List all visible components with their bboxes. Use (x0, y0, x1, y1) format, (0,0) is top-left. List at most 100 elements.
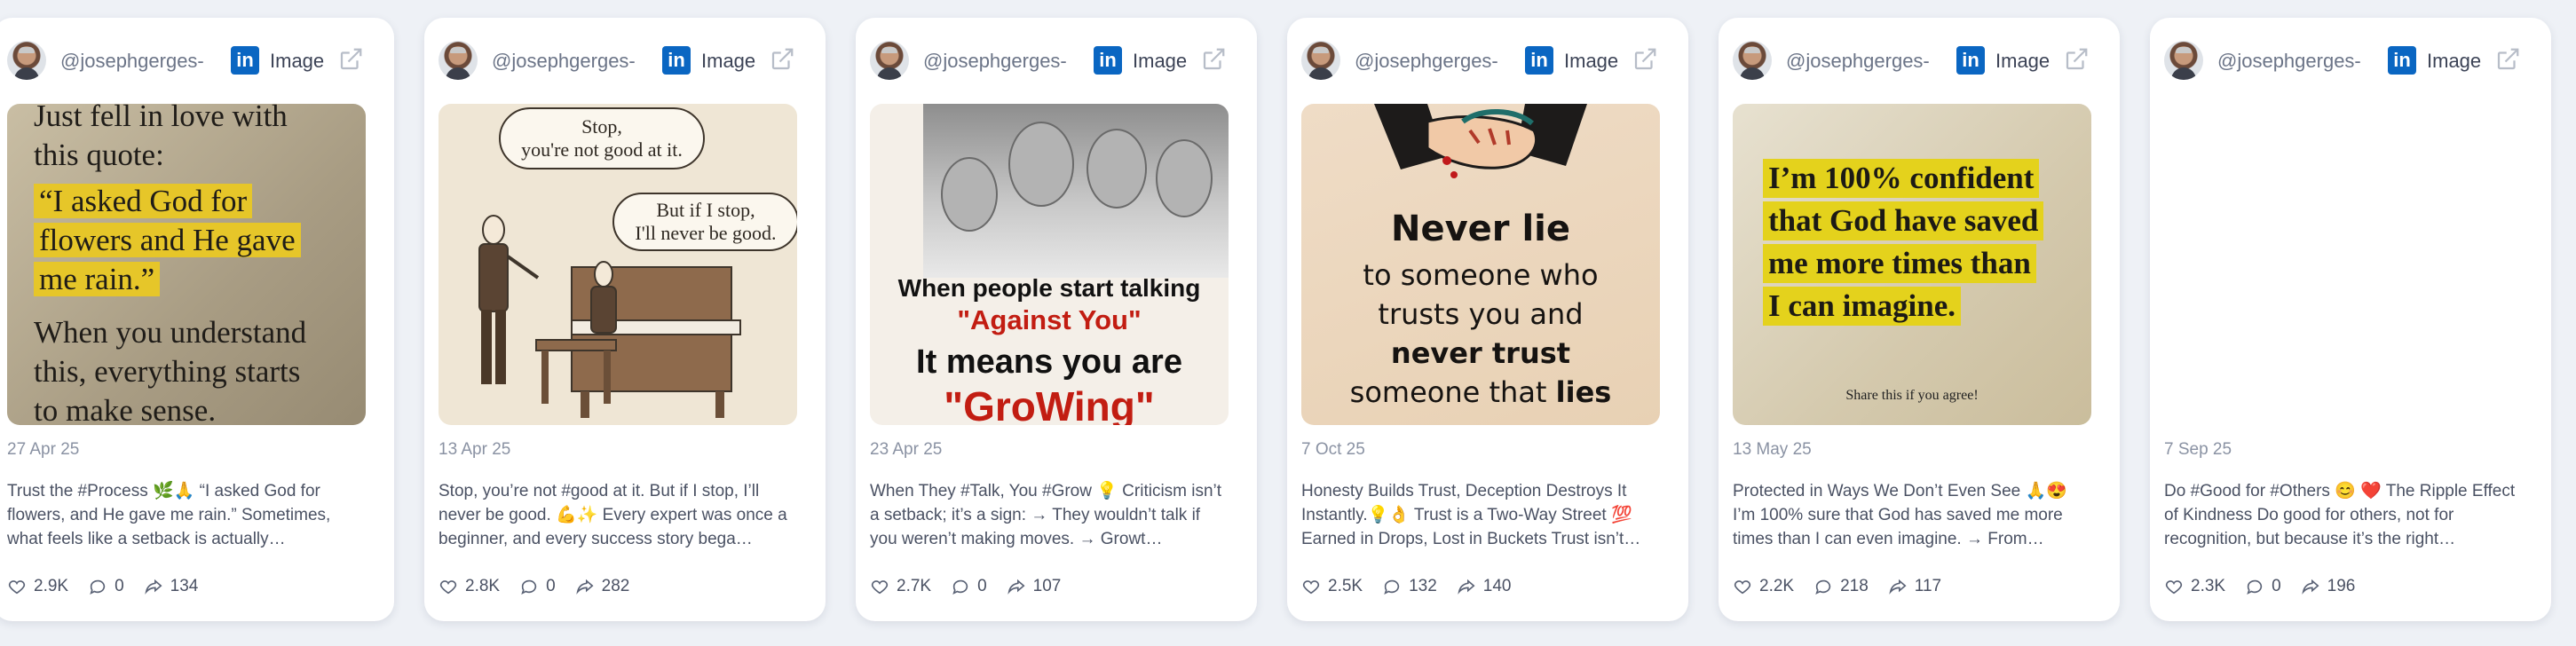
post-card[interactable]: @josephgerges- in Image Just fell in lov… (0, 18, 394, 621)
avatar[interactable] (1733, 41, 1772, 80)
share-icon (1889, 579, 1907, 595)
likes-count: 2.3K (2191, 577, 2226, 595)
likes-stat: 2.5K (1301, 577, 1363, 596)
engagement-stats: 2.2K 218 117 (1733, 573, 1941, 600)
comments-stat: 0 (2245, 577, 2281, 596)
post-card[interactable]: @josephgerges- in Image 7 Sep 25 Do #Goo… (2150, 18, 2551, 621)
image-text: this, everything starts (34, 354, 301, 389)
external-link-icon[interactable] (769, 46, 795, 73)
image-text: "Against You" (957, 304, 1142, 335)
image-highlight-text: I’m 100% confident (1763, 159, 2040, 198)
likes-count: 2.8K (465, 577, 501, 595)
likes-count: 2.9K (34, 577, 69, 595)
share-icon (144, 579, 162, 595)
image-highlight-text: flowers and He gave (34, 223, 301, 257)
post-image[interactable]: Just fell in love with this quote: “I as… (7, 104, 366, 425)
comments-count: 0 (2272, 577, 2281, 595)
post-card[interactable]: @josephgerges- in Image I’m 100% confide… (1719, 18, 2120, 621)
external-link-icon[interactable] (1632, 46, 1658, 73)
shares-stat: 117 (1888, 577, 1941, 596)
post-caption[interactable]: When They #Talk, You #Grow 💡 Criticism i… (870, 479, 1229, 566)
avatar[interactable] (870, 41, 909, 80)
shares-stat: 134 (144, 577, 199, 596)
likes-count: 2.5K (1328, 577, 1363, 595)
post-date: 7 Sep 25 (2164, 440, 2232, 459)
engagement-stats: 2.8K 0 282 (439, 573, 629, 600)
image-text: lies (1555, 375, 1612, 409)
author-handle[interactable]: @josephgerges- (60, 50, 204, 73)
card-header: @josephgerges- in Image (1733, 37, 2106, 83)
engagement-stats: 2.3K 0 196 (2164, 573, 2355, 600)
post-image[interactable]: I’m 100% confident that God have saved m… (1733, 104, 2091, 425)
author-handle[interactable]: @josephgerges- (1786, 50, 1930, 73)
post-date: 13 May 25 (1733, 440, 1812, 459)
post-image-placeholder[interactable] (2164, 104, 2523, 425)
handshake-illustration (1374, 104, 1587, 178)
avatar[interactable] (439, 41, 478, 80)
image-text: to someone who (1363, 258, 1599, 292)
external-link-icon[interactable] (337, 46, 364, 73)
image-highlight-text: that God have saved (1763, 201, 2044, 240)
post-card[interactable]: @josephgerges- in Image Stop, you're not … (424, 18, 826, 621)
post-image[interactable]: Never lie to someone who trusts you and … (1301, 104, 1660, 425)
shares-stat: 282 (575, 577, 629, 596)
external-link-icon[interactable] (2494, 46, 2521, 73)
image-text: Just fell in love with (34, 104, 288, 133)
post-date: 23 Apr 25 (870, 440, 943, 459)
post-image[interactable]: Stop, you're not good at it. But if I sto… (439, 104, 797, 425)
image-text: never trust (1390, 336, 1571, 370)
share-icon (575, 579, 594, 595)
post-caption[interactable]: Protected in Ways We Don’t Even See 🙏😍 I… (1733, 479, 2091, 566)
shares-stat: 140 (1457, 577, 1512, 596)
linkedin-icon: in (1525, 46, 1553, 75)
external-link-icon[interactable] (2063, 46, 2090, 73)
post-type-label: Image (270, 50, 325, 72)
avatar[interactable] (2164, 41, 2203, 80)
comment-icon (952, 579, 968, 595)
comment-icon (1384, 579, 1400, 595)
post-caption[interactable]: Honesty Builds Trust, Deception Destroys… (1301, 479, 1660, 566)
comment-icon (521, 579, 537, 595)
post-caption[interactable]: Trust the #Process 🌿🙏 “I asked God for f… (7, 479, 366, 566)
card-header: @josephgerges- in Image (7, 37, 380, 83)
author-handle[interactable]: @josephgerges- (1355, 50, 1498, 73)
post-caption[interactable]: Do #Good for #Others 😊 ❤️ The Ripple Eff… (2164, 479, 2523, 566)
author-handle[interactable]: @josephgerges- (923, 50, 1067, 73)
post-type-label: Image (1133, 50, 1188, 72)
post-cards-row: @josephgerges- in Image Just fell in lov… (0, 0, 2576, 646)
heart-icon (8, 580, 26, 595)
shares-count: 134 (170, 577, 199, 595)
image-text: to make sense. (34, 393, 217, 425)
image-text: Never lie (1390, 209, 1570, 249)
comments-count: 0 (115, 577, 124, 595)
post-image[interactable]: When people start talking "Against You" … (870, 104, 1229, 425)
post-card[interactable]: @josephgerges- in Image When people star… (856, 18, 1257, 621)
shares-stat: 196 (2301, 577, 2355, 596)
external-link-icon[interactable] (1200, 46, 1227, 73)
likes-stat: 2.7K (870, 577, 931, 596)
likes-stat: 2.9K (7, 577, 68, 596)
post-card[interactable]: @josephgerges- in Image Never lie to som… (1287, 18, 1688, 621)
linkedin-icon: in (2388, 46, 2416, 75)
avatar[interactable] (1301, 41, 1340, 80)
comments-stat: 0 (88, 577, 124, 596)
image-text: Share this if you agree! (1845, 388, 1979, 403)
likes-stat: 2.3K (2164, 577, 2225, 596)
post-date: 7 Oct 25 (1301, 440, 1365, 459)
post-date: 27 Apr 25 (7, 440, 80, 459)
comments-count: 218 (1840, 577, 1869, 595)
image-text: someone that (1349, 375, 1556, 409)
heart-icon (439, 580, 457, 595)
comment-icon (1815, 579, 1831, 595)
post-caption[interactable]: Stop, you’re not #good at it. But if I s… (439, 479, 797, 566)
cartoon-illustration (478, 215, 741, 418)
author-handle[interactable]: @josephgerges- (492, 50, 636, 73)
comments-count: 0 (546, 577, 556, 595)
avatar[interactable] (7, 41, 46, 80)
engagement-stats: 2.7K 0 107 (870, 573, 1061, 600)
author-handle[interactable]: @josephgerges- (2217, 50, 2361, 73)
image-text: trusts you and (1378, 297, 1584, 331)
share-icon (1007, 579, 1025, 595)
post-type-label: Image (2427, 50, 2482, 72)
share-icon (1458, 579, 1475, 595)
